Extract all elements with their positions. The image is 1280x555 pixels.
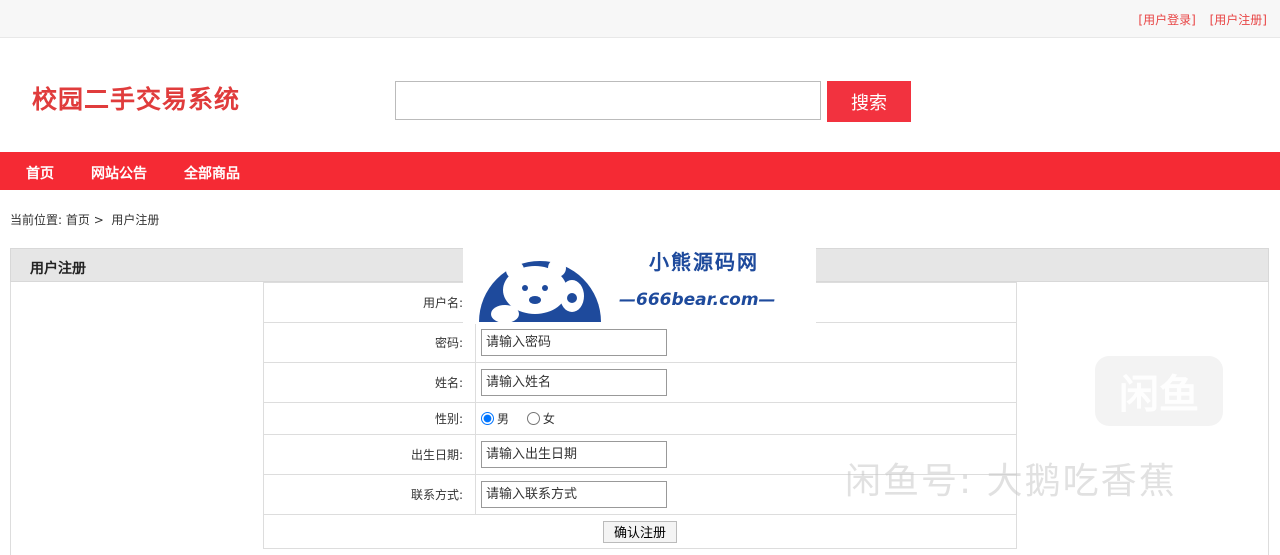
name-input[interactable]	[481, 369, 667, 396]
gender-radio-female[interactable]	[526, 411, 540, 425]
watermark-banner: 小熊源码网 —666bear.com—	[463, 238, 816, 324]
birthday-input[interactable]	[481, 441, 667, 468]
nav-all-products[interactable]: 全部商品	[184, 163, 240, 183]
panel-title: 用户注册	[30, 261, 86, 277]
top-bar: [用户登录] [用户注册]	[0, 0, 1280, 38]
birthday-label: 出生日期:	[263, 434, 476, 475]
nav-home[interactable]: 首页	[26, 163, 54, 183]
site-title: 校园二手交易系统	[32, 85, 241, 114]
contact-label: 联系方式:	[263, 474, 476, 515]
gender-option-male[interactable]: 男	[481, 410, 509, 427]
xianyu-watermark-text: 闲鱼号: 大鹅吃香蕉	[845, 461, 1177, 502]
breadcrumb: 当前位置: 首页 > 用户注册	[10, 211, 159, 228]
breadcrumb-home[interactable]: 首页	[66, 213, 90, 227]
main-nav: 首页 网站公告 全部商品	[0, 152, 1280, 190]
username-label: 用户名:	[263, 282, 476, 323]
search-button[interactable]: 搜索	[827, 81, 911, 122]
login-link[interactable]: [用户登录]	[1138, 13, 1195, 27]
form-row-gender: 性别: 男 女	[263, 402, 1017, 435]
form-row-name: 姓名:	[263, 362, 1017, 403]
breadcrumb-separator: >	[93, 213, 104, 227]
breadcrumb-prefix: 当前位置:	[10, 213, 63, 227]
breadcrumb-current: 用户注册	[111, 213, 160, 227]
top-links: [用户登录] [用户注册]	[1128, 11, 1267, 28]
name-label: 姓名:	[263, 362, 476, 403]
search-input[interactable]	[395, 81, 821, 120]
submit-register-button[interactable]: 确认注册	[602, 520, 677, 543]
gender-radio-male[interactable]	[481, 411, 494, 425]
watermark-site-name: 小熊源码网	[649, 250, 759, 274]
form-row-password: 密码:	[263, 322, 1017, 363]
password-input[interactable]	[481, 329, 667, 356]
xianyu-app-icon: 闲鱼	[1095, 356, 1223, 426]
bear-logo-icon	[479, 259, 601, 322]
nav-announcements[interactable]: 网站公告	[91, 163, 147, 183]
watermark-site-url: —666bear.com—	[619, 290, 776, 310]
form-row-submit: 确认注册	[263, 514, 1017, 549]
gender-label: 性别:	[263, 402, 476, 435]
gender-option-female[interactable]: 女	[526, 410, 555, 427]
contact-input[interactable]	[481, 481, 667, 508]
password-label: 密码:	[263, 322, 476, 363]
register-link[interactable]: [用户注册]	[1210, 13, 1267, 27]
